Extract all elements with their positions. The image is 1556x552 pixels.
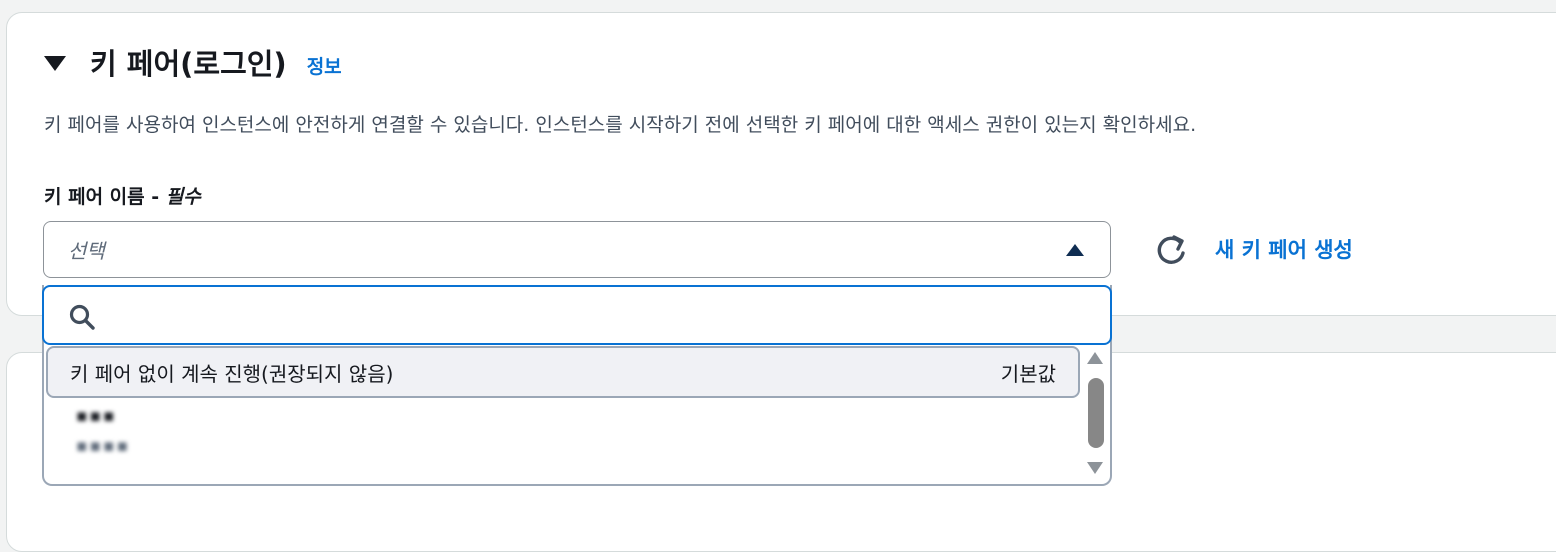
scroll-down-icon[interactable]	[1087, 462, 1103, 474]
option-existing-key-pair[interactable]: ▪▪▪ ▪▪▪▪	[46, 398, 1080, 482]
section-description: 키 페어를 사용하여 인스턴스에 안전하게 연결할 수 있습니다. 인스턴스를 …	[44, 114, 1197, 136]
scrollbar-thumb[interactable]	[1088, 378, 1104, 448]
caret-down-icon[interactable]	[44, 55, 66, 71]
option-tag: 기본값	[1000, 361, 1056, 386]
option-label: 키 페어 없이 계속 진행(권장되지 않음)	[70, 361, 394, 386]
refresh-icon[interactable]	[1154, 233, 1188, 267]
option-no-key-pair[interactable]: 키 페어 없이 계속 진행(권장되지 않음) 기본값	[46, 346, 1080, 398]
dropdown-search-input[interactable]	[42, 285, 1112, 345]
scroll-up-icon[interactable]	[1087, 352, 1103, 364]
key-pair-name-label: 키 페어 이름 - 필수	[44, 182, 201, 209]
caret-up-icon	[1066, 243, 1084, 256]
option-label: ▪▪▪	[76, 406, 117, 426]
search-icon	[69, 304, 95, 330]
label-text: 키 페어 이름 -	[44, 186, 166, 208]
key-pair-select[interactable]: 선택	[43, 221, 1111, 278]
option-sublabel: ▪▪▪▪	[76, 436, 131, 456]
section-title: 키 페어(로그인)	[90, 47, 287, 81]
select-placeholder: 선택	[68, 239, 105, 263]
create-key-pair-link[interactable]: 새 키 페어 생성	[1215, 234, 1353, 264]
required-marker: 필수	[165, 186, 201, 208]
dropdown-scrollbar[interactable]	[1084, 350, 1106, 478]
section-header[interactable]: 키 페어(로그인) 정보	[44, 42, 342, 82]
info-link[interactable]: 정보	[307, 52, 342, 79]
